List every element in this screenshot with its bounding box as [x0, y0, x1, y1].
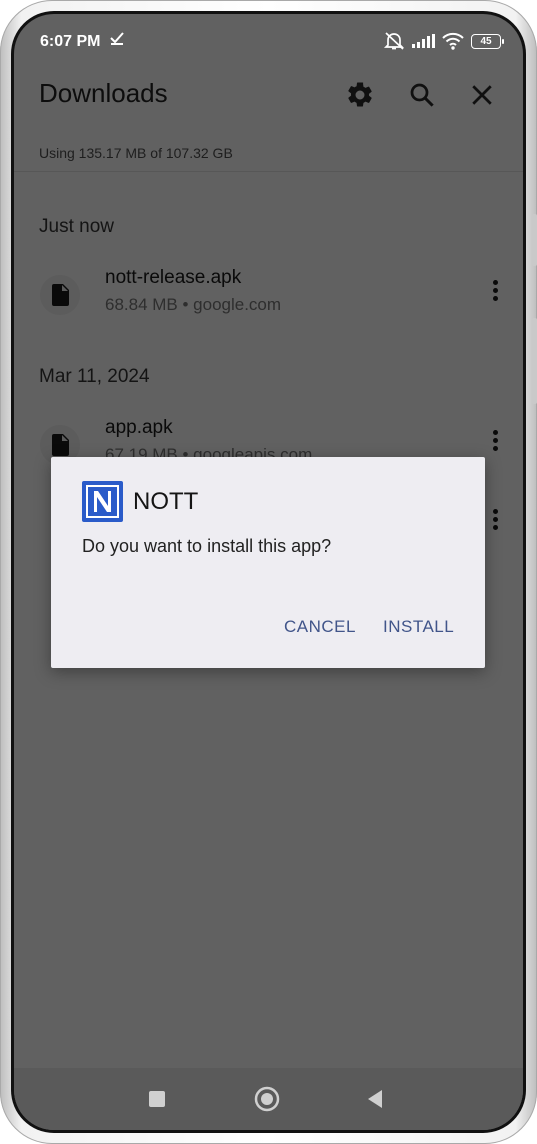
settings-icon[interactable]: [345, 80, 375, 110]
file-meta: 68.84 MB • google.com: [105, 295, 282, 314]
status-icons: 45: [383, 31, 504, 51]
page-title: Downloads: [39, 78, 168, 108]
app-logo-icon: [82, 481, 123, 522]
check-icon: [110, 31, 124, 50]
close-icon[interactable]: [467, 80, 497, 110]
file-name: app.apk: [105, 417, 173, 438]
phone-screen: 6:07 PM 45 Downloads Using 135.17 MB of …: [14, 14, 523, 1130]
section-header-just-now: Just now: [39, 216, 114, 237]
download-item[interactable]: nott-release.apk 68.84 MB • google.com: [14, 267, 523, 339]
navigation-bar: [14, 1068, 523, 1130]
section-header-mar-11: Mar 11, 2024: [39, 366, 150, 387]
status-bar: 6:07 PM 45: [14, 14, 523, 66]
file-name: nott-release.apk: [105, 267, 242, 288]
search-icon[interactable]: [407, 80, 437, 110]
dialog-message: Do you want to install this app?: [82, 536, 332, 556]
wifi-icon: [442, 32, 464, 50]
file-icon: [52, 434, 69, 456]
more-options-icon[interactable]: [491, 509, 499, 533]
bell-off-icon: [383, 32, 405, 50]
more-options-icon[interactable]: [491, 430, 499, 454]
back-icon[interactable]: [360, 1084, 390, 1114]
volume-button: [532, 214, 537, 266]
status-time: 6:07 PM: [40, 33, 101, 50]
storage-usage: Using 135.17 MB of 107.32 GB: [39, 145, 233, 161]
cancel-button[interactable]: CANCEL: [284, 617, 356, 637]
file-icon-container: [40, 275, 80, 315]
battery-icon: 45: [471, 33, 504, 49]
more-options-icon[interactable]: [491, 280, 499, 304]
install-button[interactable]: INSTALL: [383, 617, 454, 637]
file-icon: [52, 284, 69, 306]
signal-icon: [412, 34, 435, 48]
divider: [14, 171, 523, 172]
dialog-app-name: NOTT: [133, 488, 199, 515]
install-dialog: NOTT Do you want to install this app? CA…: [51, 457, 485, 668]
power-button: [532, 318, 537, 404]
recents-icon[interactable]: [142, 1084, 172, 1114]
home-icon[interactable]: [252, 1084, 282, 1114]
